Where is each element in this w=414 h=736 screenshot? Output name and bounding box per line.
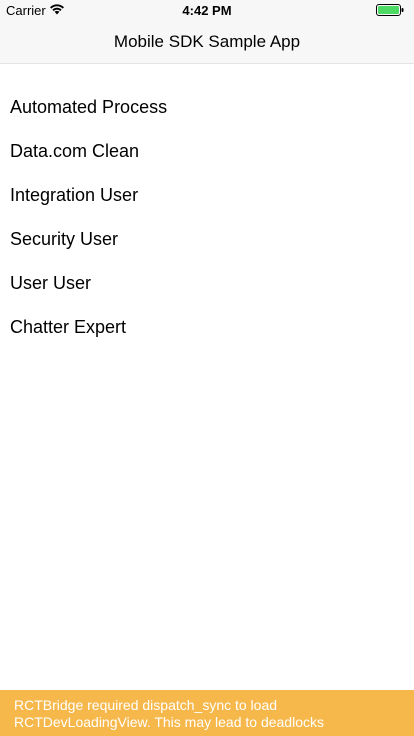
user-list-item[interactable]: User User [0,261,414,305]
status-time: 4:42 PM [182,3,232,18]
app-screen: Carrier 4:42 PM Mobile SDK Sample App Au… [0,0,414,736]
user-list: Automated Process Data.com Clean Integra… [0,85,414,349]
user-list-item[interactable]: Chatter Expert [0,305,414,349]
user-list-item[interactable]: Integration User [0,173,414,217]
dev-warning-banner[interactable]: RCTBridge required dispatch_sync to load… [0,690,414,736]
status-bar: Carrier 4:42 PM [0,0,414,20]
nav-title: Mobile SDK Sample App [113,32,301,51]
top-bar: Carrier 4:42 PM Mobile SDK Sample App [0,0,414,64]
dev-warning-text: RCTBridge required dispatch_sync to load… [14,697,324,730]
user-list-item[interactable]: Data.com Clean [0,129,414,173]
battery-icon [376,4,404,16]
user-list-item[interactable]: Security User [0,217,414,261]
user-list-item[interactable]: Automated Process [0,85,414,129]
